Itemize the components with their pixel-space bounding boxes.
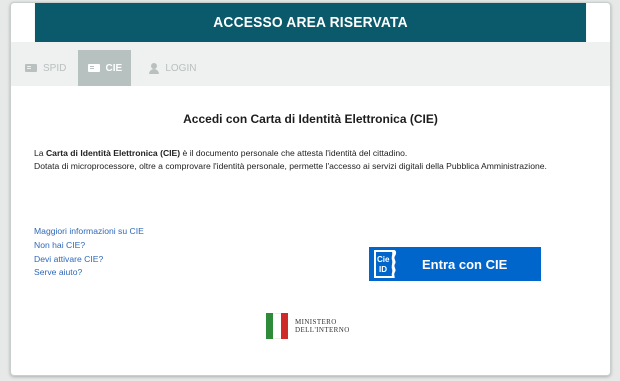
ministero-logo: MINISTERO DELL'INTERNO	[266, 311, 364, 341]
tab-cie-label: CIE	[105, 62, 123, 74]
id-card-icon	[87, 64, 100, 72]
ministero-text: MINISTERO DELL'INTERNO	[295, 318, 350, 335]
desc-bold: Carta di Identità Elettronica (CIE)	[45, 148, 181, 158]
link-no-cie[interactable]: Non hai CIE?	[34, 239, 144, 253]
entra-con-cie-button[interactable]: Cie ID Entra con CIE	[369, 247, 541, 281]
id-card-icon	[25, 64, 37, 72]
user-icon	[149, 62, 160, 74]
link-more-info[interactable]: Maggiori informazioni su CIE	[34, 225, 144, 239]
cie-content: Accedi con Carta di Identità Elettronica…	[11, 86, 610, 375]
tab-login-label: LOGIN	[165, 62, 197, 74]
cie-id-logo-icon: Cie ID	[374, 250, 397, 278]
tab-login[interactable]: LOGIN	[137, 50, 208, 86]
desc-rest: è il documento personale che attesta l'i…	[180, 148, 408, 158]
ministero-line2: DELL'INTERNO	[295, 326, 350, 334]
link-activate-cie[interactable]: Devi attivare CIE?	[34, 253, 144, 267]
tab-spid-label: SPID	[43, 62, 67, 74]
help-links: Maggiori informazioni su CIE Non hai CIE…	[34, 225, 144, 280]
tab-bar: SPID CIE LOGIN	[11, 42, 610, 86]
ministero-line1: MINISTERO	[295, 317, 337, 326]
desc-line2: Dotata di microprocessore, oltre a compr…	[34, 160, 547, 171]
cie-logo-text-top: Cie	[377, 255, 390, 264]
login-panel: ACCESSO AREA RISERVATA SPID CIE LOGIN Ac…	[10, 2, 611, 376]
cie-description: La Carta di Identità Elettronica (CIE) è…	[34, 147, 587, 172]
section-title: Accedi con Carta di Identità Elettronica…	[183, 112, 438, 126]
link-help[interactable]: Serve aiuto?	[34, 266, 144, 280]
panel-header: ACCESSO AREA RISERVATA	[34, 3, 587, 42]
entra-con-cie-label: Entra con CIE	[422, 256, 508, 272]
tab-cie[interactable]: CIE	[78, 50, 132, 86]
panel-title: ACCESSO AREA RISERVATA	[213, 14, 408, 31]
tab-spid[interactable]: SPID	[13, 50, 78, 86]
italian-flag-icon	[266, 313, 288, 339]
cie-logo-text-bottom: ID	[379, 265, 387, 274]
desc-prefix: La	[34, 148, 46, 158]
